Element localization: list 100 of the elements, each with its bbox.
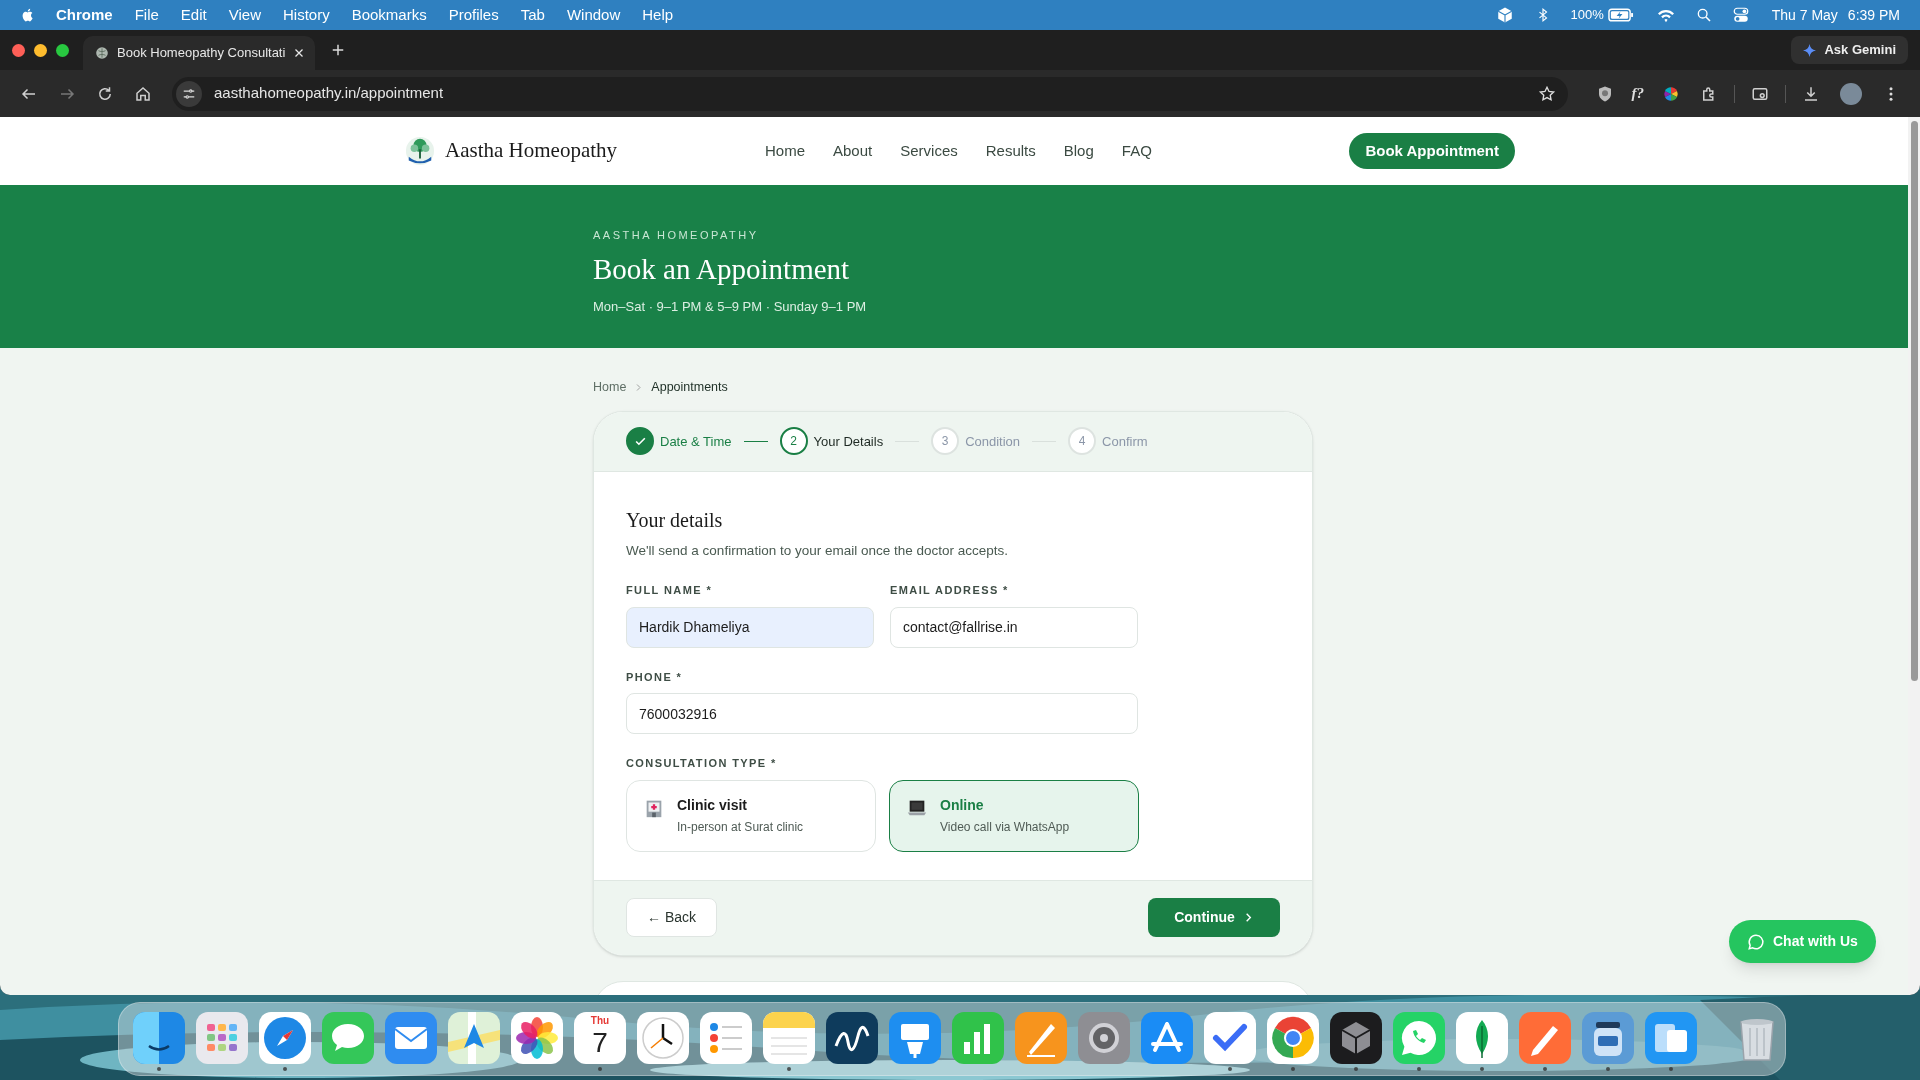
menu-bar-date[interactable]: Thu 7 May	[1771, 4, 1838, 26]
site-logo[interactable]: Aastha Homeopathy	[445, 135, 618, 167]
menu-item[interactable]: Profiles	[448, 3, 499, 27]
split-square-icon[interactable]	[133, 1012, 185, 1064]
nav-link[interactable]: Home	[765, 139, 805, 163]
globe-icon	[95, 46, 109, 60]
ask-gemini-button[interactable]: Ask Gemini	[1791, 36, 1908, 64]
input-field[interactable]: Hardik Dhameliya	[626, 606, 874, 648]
menu-item[interactable]: Tab	[520, 3, 545, 27]
search-icon[interactable]	[1695, 7, 1712, 23]
envelope-icon[interactable]	[385, 1012, 437, 1064]
chevron-right-icon	[634, 382, 644, 392]
diagonal-pen-icon[interactable]	[1519, 1012, 1571, 1064]
checklist-icon[interactable]	[700, 1012, 752, 1064]
nav-link[interactable]: Results	[985, 139, 1036, 163]
squiggle-icon[interactable]	[826, 1012, 878, 1064]
step-label: Date & Time	[660, 432, 732, 451]
option-title: Online	[940, 795, 985, 815]
zoom-window-button[interactable]	[56, 43, 69, 57]
calendar-icon[interactable]: Thu 7	[574, 1012, 626, 1064]
menu-item[interactable]: File	[134, 3, 159, 27]
reload-icon[interactable]	[96, 84, 114, 103]
continue-button[interactable]: Continue	[1148, 898, 1280, 937]
bar-chart-icon[interactable]	[952, 1012, 1004, 1064]
map-icon[interactable]	[448, 1012, 500, 1064]
menu-item[interactable]: Window	[566, 3, 621, 27]
calendar-day: 7	[592, 1027, 608, 1059]
field-label: CONSULTATION TYPE *	[626, 756, 778, 771]
nav-link[interactable]: FAQ	[1121, 139, 1152, 163]
consultation-option[interactable]: Clinic visit In-person at Surat clinic	[626, 779, 876, 852]
input-field[interactable]: contact@fallrise.in	[890, 606, 1138, 648]
profile-avatar[interactable]	[1840, 82, 1862, 105]
address-bar[interactable]: aasthahomeopathy.in/appointment	[172, 76, 1568, 111]
gear-icon[interactable]	[1078, 1012, 1130, 1064]
box-icon[interactable]	[1496, 6, 1515, 24]
phone-bubble-icon[interactable]	[1393, 1012, 1445, 1064]
compass-icon[interactable]	[259, 1012, 311, 1064]
field-label: PHONE *	[626, 669, 684, 685]
jar-icon[interactable]	[1582, 1012, 1634, 1064]
hero-hours: Mon–Sat · 9–1 PM & 5–9 PM · Sunday 9–1 PM	[593, 298, 868, 316]
section-heading: Your details	[626, 507, 724, 533]
menu-item[interactable]: View	[228, 3, 261, 27]
podium-icon[interactable]	[889, 1012, 941, 1064]
menu-item[interactable]: Bookmarks	[351, 3, 427, 27]
battery-percentage: 100%	[1570, 6, 1604, 25]
menu-item[interactable]: Edit	[180, 3, 207, 27]
wifi-icon[interactable]	[1655, 7, 1676, 23]
step-label: Condition	[965, 432, 1021, 451]
speech-bubble-icon[interactable]	[322, 1012, 374, 1064]
minimize-window-button[interactable]	[34, 43, 47, 57]
hero-eyebrow: AASTHA HOMEOPATHY	[593, 228, 760, 243]
plus-icon[interactable]	[331, 43, 345, 57]
consultation-option[interactable]: Online Video call via WhatsApp	[889, 779, 1139, 852]
breadcrumb-link[interactable]: Home	[593, 378, 627, 397]
step-label: Confirm	[1102, 432, 1148, 451]
leaf-icon[interactable]	[1456, 1012, 1508, 1064]
checkmark-icon[interactable]	[1204, 1012, 1256, 1064]
option-subtitle: Video call via WhatsApp	[940, 818, 1070, 836]
tab-title: Book Homeopathy Consultati	[117, 44, 286, 63]
menu-bar-time[interactable]: 6:39 PM	[1847, 4, 1900, 26]
windows-stack-icon[interactable]	[1645, 1012, 1697, 1064]
sliders-icon	[182, 86, 196, 101]
home-icon[interactable]	[134, 84, 152, 103]
option-title: Clinic visit	[677, 795, 749, 815]
input-field[interactable]: 7600032916	[626, 693, 1138, 734]
step-indicator: 4	[1068, 427, 1097, 456]
app-menu[interactable]: Chrome	[56, 3, 113, 27]
back-button[interactable]: ← Back	[626, 898, 717, 937]
grid-icon[interactable]	[196, 1012, 248, 1064]
browser-tab[interactable]: Book Homeopathy Consultati	[83, 36, 315, 70]
download-icon[interactable]	[1802, 84, 1820, 103]
color-wheel-icon[interactable]	[1662, 84, 1680, 103]
menu-item[interactable]: History	[282, 3, 330, 27]
nav-link[interactable]: Services	[900, 139, 958, 163]
option-subtitle: In-person at Surat clinic	[677, 818, 804, 836]
tree-logo-icon[interactable]	[405, 136, 435, 166]
step-label: Your Details	[813, 432, 884, 451]
battery-icon[interactable]	[1607, 8, 1634, 22]
clock-icon[interactable]	[637, 1012, 689, 1064]
sparkle-icon	[1803, 43, 1817, 57]
url-text: aasthahomeopathy.in/appointment	[214, 83, 445, 104]
flower-icon[interactable]	[511, 1012, 563, 1064]
star-icon[interactable]	[1537, 84, 1556, 103]
nav-link[interactable]: About	[833, 139, 873, 163]
section-subtitle: We'll send a confirmation to your email once the doctor accepts.	[626, 541, 1010, 560]
toggles-icon[interactable]	[1731, 6, 1750, 24]
notepad-icon[interactable]	[763, 1012, 815, 1064]
pen-icon[interactable]	[1015, 1012, 1067, 1064]
cube-icon[interactable]	[1330, 1012, 1382, 1064]
nav-link[interactable]: Blog	[1063, 139, 1094, 163]
site-settings-button[interactable]	[176, 80, 202, 107]
extension-button[interactable]: f?	[1631, 82, 1644, 105]
scrollbar[interactable]	[1908, 117, 1920, 995]
hero-title: Book an Appointment	[593, 251, 851, 287]
close-window-button[interactable]	[12, 43, 25, 57]
book-appointment-button[interactable]: Book Appointment	[1349, 133, 1515, 169]
menu-item[interactable]: Help	[642, 3, 674, 27]
breadcrumb-link[interactable]: Appointments	[651, 378, 728, 397]
close-icon[interactable]	[293, 47, 306, 59]
field-label: FULL NAME *	[626, 583, 714, 598]
